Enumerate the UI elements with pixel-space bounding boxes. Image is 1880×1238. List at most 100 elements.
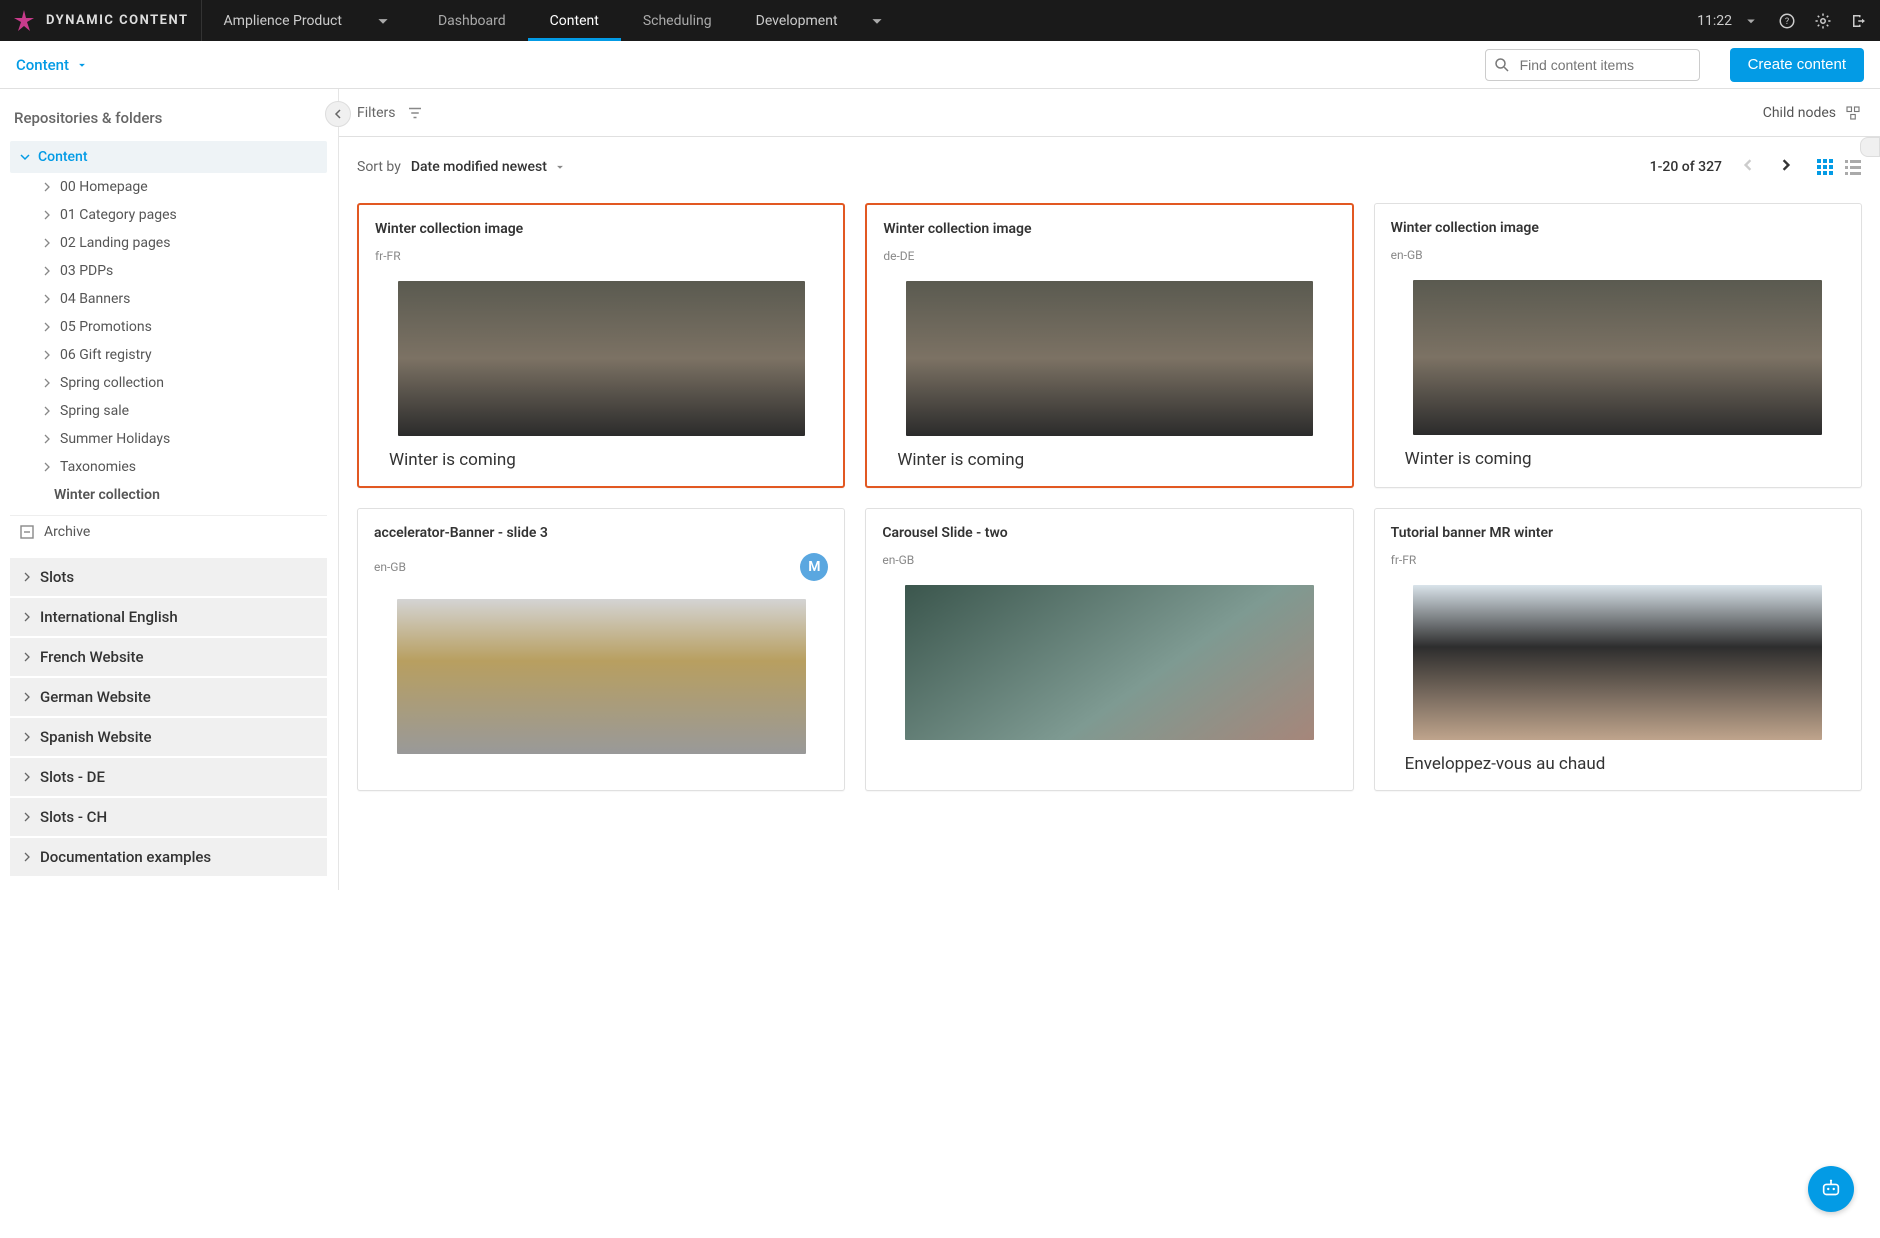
time-label: 11:22	[1697, 13, 1732, 29]
help-icon[interactable]: ?	[1778, 12, 1796, 30]
chevron-down-icon	[866, 10, 888, 32]
user-avatar: M	[800, 553, 828, 581]
tab-dashboard[interactable]: Dashboard	[416, 0, 528, 41]
folder-item[interactable]: Winter collection	[10, 481, 327, 509]
content-card[interactable]: Winter collection imageen-GBWinter is co…	[1374, 203, 1862, 488]
environment-selector[interactable]: Development	[734, 0, 910, 41]
child-nodes-toggle[interactable]: Child nodes	[1763, 104, 1862, 122]
card-title: Winter collection image	[375, 221, 827, 237]
folder-item[interactable]: Taxonomies	[10, 453, 327, 481]
folder-item[interactable]: Spring collection	[10, 369, 327, 397]
content-card[interactable]: Carousel Slide - twoen-GB	[865, 508, 1353, 791]
page-range: 1-20 of 327	[1650, 159, 1722, 175]
sort-value: Date modified newest	[411, 159, 547, 175]
chevron-right-icon	[22, 612, 32, 622]
card-title: Winter collection image	[883, 221, 1335, 237]
content-dropdown[interactable]: Content	[16, 56, 89, 74]
next-page-button[interactable]	[1774, 153, 1798, 181]
chevron-right-icon	[22, 572, 32, 582]
folder-item[interactable]: 04 Banners	[10, 285, 327, 313]
content-card[interactable]: Winter collection imagede-DEWinter is co…	[865, 203, 1353, 488]
app-header: DYNAMIC CONTENT Amplience Product Dashbo…	[0, 0, 1880, 41]
folder-item[interactable]: 01 Category pages	[10, 201, 327, 229]
search-input[interactable]	[1485, 49, 1700, 81]
repo-item[interactable]: Spanish Website	[10, 718, 327, 756]
card-thumbnail	[1413, 585, 1822, 740]
folder-item[interactable]: 03 PDPs	[10, 257, 327, 285]
list-view-button[interactable]	[1844, 158, 1862, 176]
folder-item[interactable]: Spring sale	[10, 397, 327, 425]
card-locale: en-GB	[374, 560, 406, 574]
folder-label: 04 Banners	[60, 291, 130, 307]
grid-view-button[interactable]	[1816, 158, 1834, 176]
chat-fab[interactable]	[1808, 1166, 1854, 1212]
chevron-right-icon	[42, 182, 52, 192]
content-card[interactable]: accelerator-Banner - slide 3en-GBM	[357, 508, 845, 791]
sort-row: Sort by Date modified newest 1-20 of 327	[339, 137, 1880, 197]
repo-item[interactable]: French Website	[10, 638, 327, 676]
repo-list: Slots International English French Website…	[10, 558, 327, 876]
time-selector[interactable]: 11:22	[1697, 12, 1760, 30]
card-meta-row: fr-FR	[1391, 553, 1845, 567]
folder-item[interactable]: Summer Holidays	[10, 425, 327, 453]
chevron-down-icon	[20, 152, 30, 162]
content-card[interactable]: Winter collection image fr-FR Winter is co…	[357, 203, 845, 488]
repo-label: Spanish Website	[40, 728, 152, 746]
repo-item[interactable]: German Website	[10, 678, 327, 716]
card-thumbnail	[1413, 280, 1822, 435]
card-title: Winter collection image	[1391, 220, 1845, 236]
folder-label: 06 Gift registry	[60, 347, 152, 363]
card-meta-row: fr-FR	[375, 249, 827, 263]
folder-item[interactable]: 06 Gift registry	[10, 341, 327, 369]
header-right: 11:22 ?	[1697, 0, 1880, 41]
logo-icon	[12, 9, 36, 33]
main-area: Repositories & folders Content 00 Homepa…	[0, 89, 1880, 890]
chevron-right-icon	[22, 692, 32, 702]
chevron-right-icon	[22, 652, 32, 662]
folder-label: Summer Holidays	[60, 431, 170, 447]
folder-label: 02 Landing pages	[60, 235, 170, 251]
chevron-left-icon	[1742, 159, 1754, 171]
card-meta-row: en-GB M	[374, 553, 828, 581]
right-edge-handle[interactable]	[1860, 137, 1880, 157]
tab-scheduling[interactable]: Scheduling	[621, 0, 734, 41]
card-caption: Winter is coming	[375, 450, 827, 470]
exit-icon[interactable]	[1850, 12, 1868, 30]
prev-page-button[interactable]	[1736, 153, 1760, 181]
card-locale: fr-FR	[375, 249, 401, 263]
repo-item[interactable]: Slots	[10, 558, 327, 596]
folder-label: Spring sale	[60, 403, 129, 419]
repo-item[interactable]: Slots - DE	[10, 758, 327, 796]
chevron-right-icon	[42, 406, 52, 416]
view-toggles	[1816, 158, 1862, 176]
create-content-button[interactable]: Create content	[1730, 48, 1864, 82]
card-meta-row: en-GB	[882, 553, 1336, 567]
card-thumbnail	[905, 585, 1314, 740]
folder-item[interactable]: 05 Promotions	[10, 313, 327, 341]
content-card[interactable]: Tutorial banner MR winterfr-FREnveloppez…	[1374, 508, 1862, 791]
chevron-right-icon	[42, 350, 52, 360]
card-caption: Enveloppez-vous au chaud	[1391, 754, 1845, 774]
card-thumbnail	[906, 281, 1313, 436]
chevron-down-icon	[75, 58, 89, 72]
folder-item[interactable]: 00 Homepage	[10, 173, 327, 201]
archive-item[interactable]: Archive	[10, 515, 327, 548]
folder-item[interactable]: 02 Landing pages	[10, 229, 327, 257]
settings-icon[interactable]	[1814, 12, 1832, 30]
repo-item[interactable]: Documentation examples	[10, 838, 327, 876]
repo-root-label: Content	[38, 149, 88, 165]
repo-item[interactable]: International English	[10, 598, 327, 636]
repo-label: International English	[40, 608, 178, 626]
tab-content[interactable]: Content	[528, 0, 621, 41]
content-panel: Filters Child nodes Sort by Date modifie…	[338, 89, 1880, 890]
sort-label: Sort by	[357, 159, 401, 175]
repo-item[interactable]: Slots - CH	[10, 798, 327, 836]
collapse-sidebar-button[interactable]	[325, 101, 351, 127]
product-selector[interactable]: Amplience Product	[202, 0, 416, 41]
filter-icon[interactable]	[406, 104, 424, 122]
repo-content[interactable]: Content	[10, 141, 327, 173]
chevron-right-icon	[1780, 159, 1792, 171]
sort-selector[interactable]: Date modified newest	[411, 159, 567, 175]
archive-label: Archive	[44, 524, 90, 540]
repo-label: French Website	[40, 648, 144, 666]
